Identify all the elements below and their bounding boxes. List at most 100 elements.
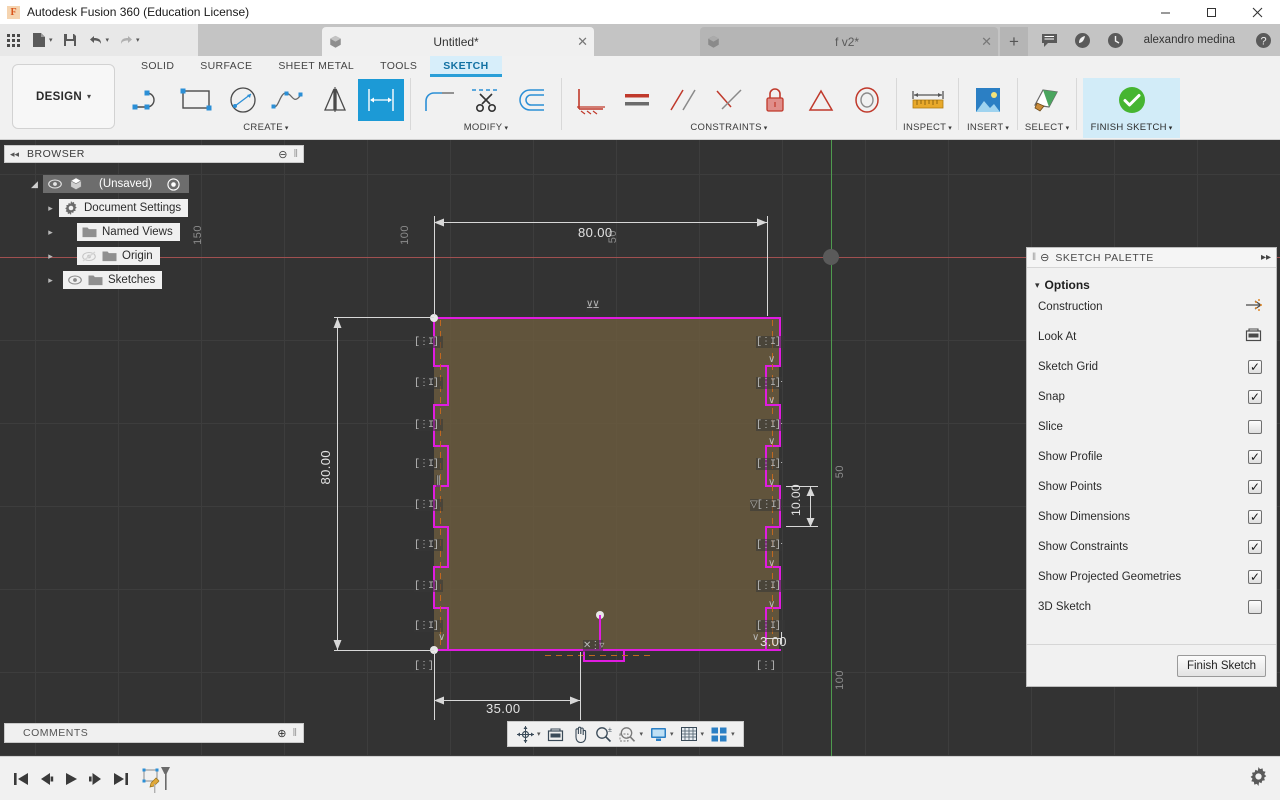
browser-row-document-settings[interactable]: ▸ Document Settings bbox=[4, 196, 304, 220]
constraint-glyph[interactable]: [⋮] bbox=[414, 660, 434, 672]
panel-finish-sketch[interactable]: FINISH SKETCH ▾ bbox=[1083, 78, 1181, 138]
constraint-glyph[interactable]: ⊻⊻ bbox=[586, 300, 600, 312]
show-constraints-checkbox[interactable]: ✓ bbox=[1248, 540, 1262, 554]
perpendicular-marker[interactable]: ∨ bbox=[768, 436, 775, 448]
expand-collapse-icon[interactable]: ▸ bbox=[42, 203, 59, 214]
new-tab-button[interactable]: + bbox=[1000, 27, 1028, 56]
perpendicular-marker[interactable]: ∨ bbox=[438, 632, 445, 644]
palette-row-slice[interactable]: Slice bbox=[1027, 412, 1276, 442]
comments-grip-icon[interactable]: ‖ bbox=[292, 727, 297, 739]
circle-tool[interactable] bbox=[220, 79, 266, 121]
go-to-end-icon[interactable] bbox=[108, 757, 133, 800]
3d-sketch-checkbox[interactable] bbox=[1248, 600, 1262, 614]
tab-tools[interactable]: TOOLS bbox=[367, 56, 430, 77]
close-button[interactable] bbox=[1234, 0, 1280, 24]
constraint-glyph[interactable]: [⋮I] bbox=[414, 377, 444, 389]
zoom-icon[interactable]: ± bbox=[592, 722, 616, 746]
palette-row-snap[interactable]: Snap ✓ bbox=[1027, 382, 1276, 412]
perpendicular-marker[interactable]: ∨ bbox=[768, 395, 775, 407]
left-step[interactable] bbox=[433, 404, 449, 406]
constraint-glyph[interactable]: [⋮] bbox=[756, 660, 776, 672]
equal-constraint[interactable] bbox=[614, 79, 660, 121]
tab-sketch[interactable]: SKETCH bbox=[430, 56, 502, 77]
tab-solid[interactable]: SOLID bbox=[128, 56, 187, 77]
left-edge-seg[interactable] bbox=[447, 607, 449, 650]
target-icon[interactable] bbox=[164, 177, 182, 191]
panel-create-label[interactable]: CREATE ▾ bbox=[243, 122, 288, 133]
snap-checkbox[interactable]: ✓ bbox=[1248, 390, 1262, 404]
workspace-selector[interactable]: DESIGN ▾ bbox=[12, 64, 115, 129]
tab-surface[interactable]: SURFACE bbox=[187, 56, 265, 77]
help-circle-icon[interactable] bbox=[1066, 24, 1099, 56]
grid-snaps-caret[interactable]: ▾ bbox=[701, 730, 705, 738]
collapse-browser-icon[interactable]: ◂◂ bbox=[10, 149, 19, 160]
browser-row-sketches[interactable]: ▸ Sketches bbox=[4, 268, 304, 292]
profile-top-edge[interactable] bbox=[433, 317, 781, 319]
sketch-feature-icon[interactable] bbox=[139, 757, 179, 800]
dimension-10-right[interactable]: 10.00 bbox=[789, 484, 803, 516]
construction-line-icon[interactable] bbox=[1245, 298, 1262, 317]
perpendicular-marker[interactable]: ∨ bbox=[768, 558, 775, 570]
sketch-palette[interactable]: ‖ ⊖ SKETCH PALETTE ▸▸ ▾ Options Construc… bbox=[1026, 247, 1277, 687]
perpendicular-marker[interactable]: ∨ bbox=[768, 599, 775, 611]
finish-sketch-button[interactable]: Finish Sketch bbox=[1176, 654, 1266, 677]
document-tab-close-icon[interactable]: ✕ bbox=[577, 34, 588, 50]
midpoint-constraint[interactable] bbox=[798, 79, 844, 121]
look-at-icon[interactable] bbox=[1245, 327, 1262, 347]
constraint-glyph[interactable]: [⋮I] bbox=[414, 580, 444, 592]
dimension-80-left[interactable]: 80.00 bbox=[318, 450, 333, 485]
sketch-grid-checkbox[interactable]: ✓ bbox=[1248, 360, 1262, 374]
comments-panel[interactable]: COMMENTS ⊕ ‖ bbox=[4, 723, 304, 743]
insert-image-tool[interactable] bbox=[965, 79, 1011, 121]
sketch-dimension-tool[interactable] bbox=[358, 79, 404, 121]
minimize-button[interactable] bbox=[1142, 0, 1188, 24]
undo-caret[interactable]: ▾ bbox=[106, 36, 110, 44]
step-forward-icon[interactable] bbox=[83, 757, 108, 800]
palette-row-show-points[interactable]: Show Points ✓ bbox=[1027, 472, 1276, 502]
browser-minimize-icon[interactable]: ⊖ bbox=[278, 148, 287, 161]
app-grid-icon[interactable] bbox=[0, 24, 26, 56]
constraint-glyph[interactable]: [⋮I] bbox=[756, 620, 786, 632]
sidebar-item-named-views[interactable]: Named Views bbox=[77, 223, 180, 241]
document-tab-close-icon[interactable]: ✕ bbox=[981, 34, 992, 50]
perpendicular-constraint[interactable] bbox=[706, 79, 752, 121]
pan-hand-icon[interactable] bbox=[568, 722, 592, 746]
sidebar-item-origin[interactable]: Origin bbox=[77, 247, 160, 265]
document-tab-untitled[interactable]: Untitled* ✕ bbox=[322, 27, 594, 56]
dimension-35-bottom[interactable]: 35.00 bbox=[486, 701, 521, 716]
save-icon[interactable] bbox=[57, 24, 83, 56]
perpendicular-marker[interactable]: ∨ bbox=[752, 632, 759, 644]
left-edge-seg[interactable] bbox=[447, 365, 449, 405]
step-back-icon[interactable] bbox=[33, 757, 58, 800]
spline-tool[interactable] bbox=[266, 79, 312, 121]
panel-finish-sketch-label[interactable]: FINISH SKETCH ▾ bbox=[1083, 122, 1180, 133]
zoom-window-icon[interactable] bbox=[616, 722, 640, 746]
grid-snaps-icon[interactable] bbox=[677, 722, 701, 746]
concentric-constraint[interactable] bbox=[844, 79, 890, 121]
origin-point[interactable] bbox=[823, 249, 839, 265]
user-name[interactable]: alexandro medina bbox=[1132, 34, 1247, 46]
palette-expand-icon[interactable]: ▸▸ bbox=[1261, 252, 1271, 263]
recent-activity-icon[interactable] bbox=[1099, 24, 1132, 56]
constraint-glyph[interactable]: [⋮I] bbox=[756, 336, 786, 348]
constraint-glyph[interactable]: [⋮I] bbox=[414, 458, 444, 470]
parallel-constraint[interactable] bbox=[660, 79, 706, 121]
palette-row-sketch-grid[interactable]: Sketch Grid ✓ bbox=[1027, 352, 1276, 382]
go-to-beginning-icon[interactable] bbox=[8, 757, 33, 800]
select-tool[interactable] bbox=[1024, 79, 1070, 121]
timeline-settings-gear-icon[interactable] bbox=[1249, 766, 1268, 791]
constraint-glyph[interactable]: [⋮I]⋅ bbox=[756, 539, 783, 551]
tab-sheet-metal[interactable]: SHEET METAL bbox=[265, 56, 367, 77]
show-points-checkbox[interactable]: ✓ bbox=[1248, 480, 1262, 494]
new-document-caret[interactable]: ▾ bbox=[49, 36, 53, 44]
profile-bottom-edge[interactable] bbox=[433, 649, 781, 651]
slice-checkbox[interactable] bbox=[1248, 420, 1262, 434]
offset-tool[interactable] bbox=[509, 79, 555, 121]
constraint-glyph[interactable]: [⋮I]⋅ bbox=[756, 377, 783, 389]
look-at-icon[interactable] bbox=[544, 722, 568, 746]
left-edge-seg[interactable] bbox=[447, 526, 449, 567]
constraint-glyph[interactable]: ▽[⋮I] bbox=[750, 499, 782, 511]
show-profile-checkbox[interactable]: ✓ bbox=[1248, 450, 1262, 464]
constraint-glyph[interactable]: ✕⋮▿ bbox=[583, 640, 604, 652]
constraint-glyph[interactable]: ∥ bbox=[436, 475, 441, 487]
